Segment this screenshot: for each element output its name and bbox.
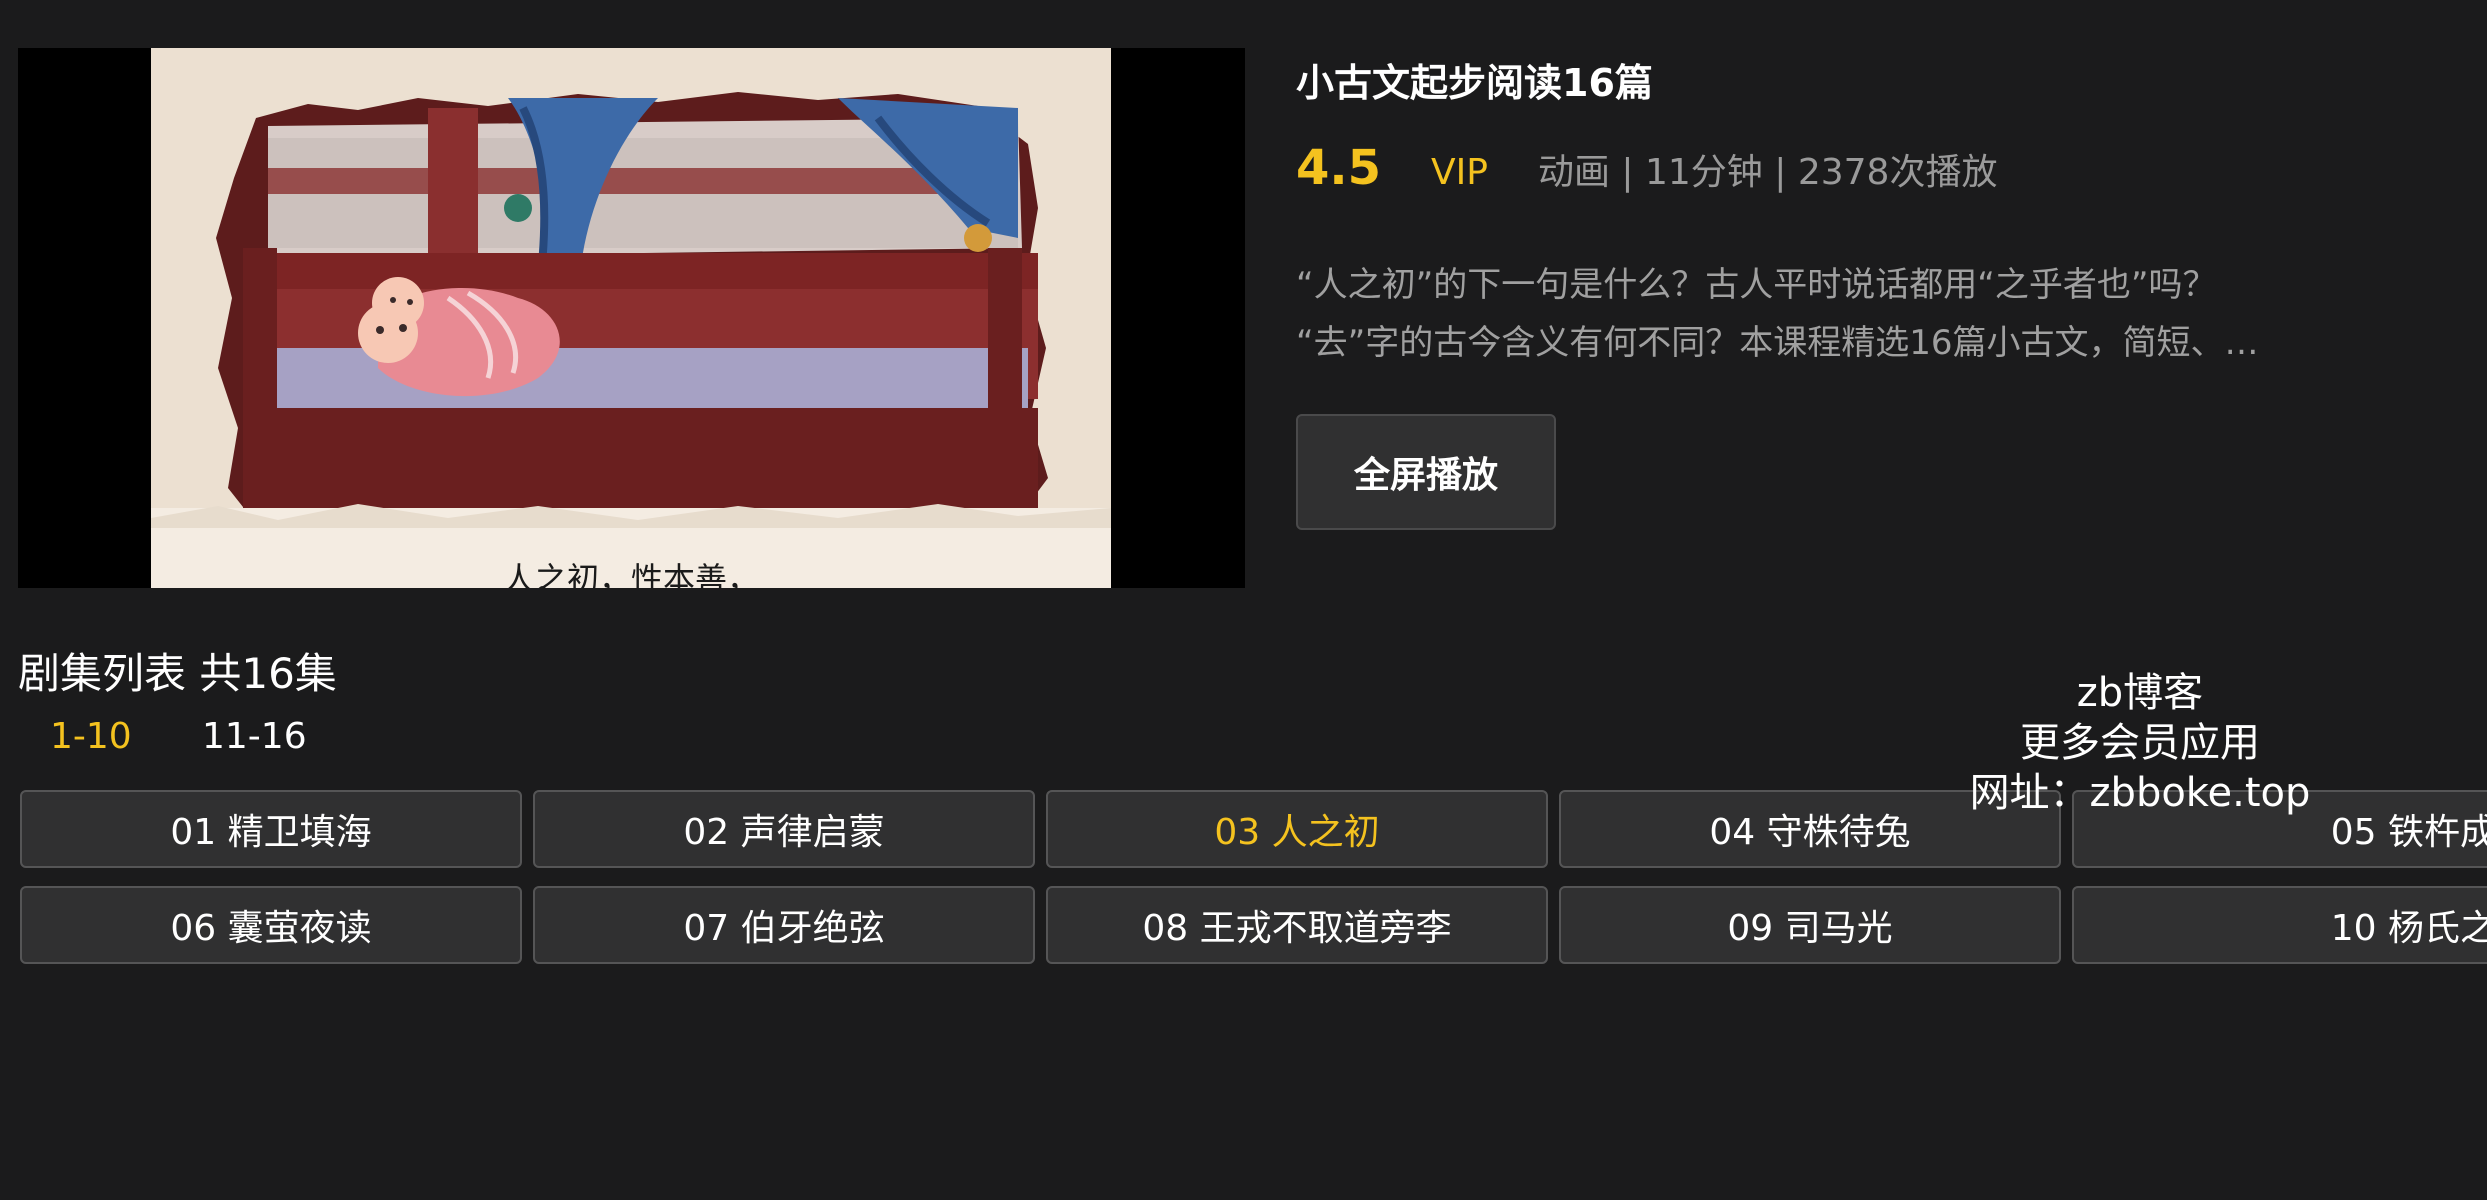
rating-score: 4.5 [1296, 140, 1382, 196]
app-page: 人之初，性本善， 小古文起步阅读16篇 4.5 VIP 动画 | 11分钟 | … [0, 0, 2487, 1200]
video-player[interactable]: 人之初，性本善， [18, 48, 1245, 588]
course-meta-row: 4.5 VIP 动画 | 11分钟 | 2378次播放 [1296, 140, 1997, 200]
range-tab-11-16[interactable]: 11-16 [202, 716, 307, 757]
watermark-overlay: zb博客 更多会员应用 网址：zbboke.top [1930, 668, 2350, 818]
description-line: “人之初”的下一句是什么？古人平时说话都用“之乎者也”吗？ [1296, 265, 2217, 305]
watermark-line: 网址：zbboke.top [1969, 770, 2311, 816]
vip-badge: VIP [1431, 152, 1488, 193]
video-frame-illustration [18, 48, 1245, 588]
episode-button-08[interactable]: 08 王戎不取道旁李 [1046, 886, 1548, 964]
course-description: “人之初”的下一句是什么？古人平时说话都用“之乎者也”吗？ “去”字的古今含义有… [1296, 256, 2446, 372]
range-tab-1-10[interactable]: 1-10 [50, 716, 132, 757]
episode-button-10[interactable]: 10 杨氏之子 [2072, 886, 2487, 964]
watermark-line: 更多会员应用 [2020, 720, 2260, 766]
episode-button-01[interactable]: 01 精卫填海 [20, 790, 522, 868]
course-title: 小古文起步阅读16篇 [1296, 61, 1653, 105]
episode-button-02[interactable]: 02 声律启蒙 [533, 790, 1035, 868]
episode-button-07[interactable]: 07 伯牙绝弦 [533, 886, 1035, 964]
description-line: “去”字的古今含义有何不同？本课程精选16篇小古文，简短、… [1296, 323, 2259, 363]
episode-list-title: 剧集列表 共16集 [18, 649, 337, 698]
episode-button-09[interactable]: 09 司马光 [1559, 886, 2061, 964]
course-meta: 动画 | 11分钟 | 2378次播放 [1537, 152, 1998, 193]
episode-button-03[interactable]: 03 人之初 [1046, 790, 1548, 868]
watermark-line: zb博客 [2076, 670, 2204, 716]
episode-button-06[interactable]: 06 囊萤夜读 [20, 886, 522, 964]
video-subtitle: 人之初，性本善， [502, 560, 759, 588]
fullscreen-play-button[interactable]: 全屏播放 [1296, 414, 1556, 530]
